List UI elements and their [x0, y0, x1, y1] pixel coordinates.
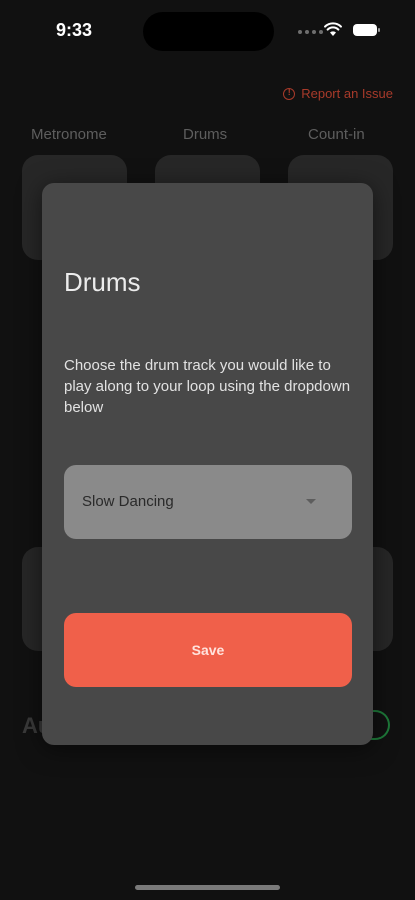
tab-drums-label[interactable]: Drums: [183, 126, 227, 143]
modal-description: Choose the drum track you would like to …: [64, 357, 351, 416]
status-time: 9:33: [56, 20, 93, 40]
caret-down-icon: [306, 499, 316, 504]
tab-metronome-label[interactable]: Metronome: [31, 126, 107, 143]
dropdown-selected-value: Slow Dancing: [82, 493, 174, 510]
drums-modal: Drums Choose the drum track you would li…: [42, 183, 373, 745]
modal-title: Drums: [64, 267, 141, 297]
home-indicator[interactable]: [135, 885, 280, 890]
cellular-signal-icon: [298, 30, 323, 34]
report-issue-label: Report an Issue: [301, 86, 393, 101]
report-issue-link[interactable]: Report an Issue: [283, 86, 393, 101]
dynamic-island: [143, 12, 274, 51]
alert-circle-icon: [283, 87, 296, 100]
drums-settings-screen: 9:33 Report an Issue Metronome Drums Cou…: [0, 0, 415, 900]
battery-icon: [353, 24, 380, 36]
save-button[interactable]: Save: [64, 613, 352, 687]
status-bar: 9:33: [0, 0, 415, 62]
drum-track-dropdown[interactable]: Slow Dancing: [64, 465, 352, 539]
wifi-icon: [324, 22, 342, 36]
tab-count-in-label[interactable]: Count-in: [308, 126, 365, 143]
